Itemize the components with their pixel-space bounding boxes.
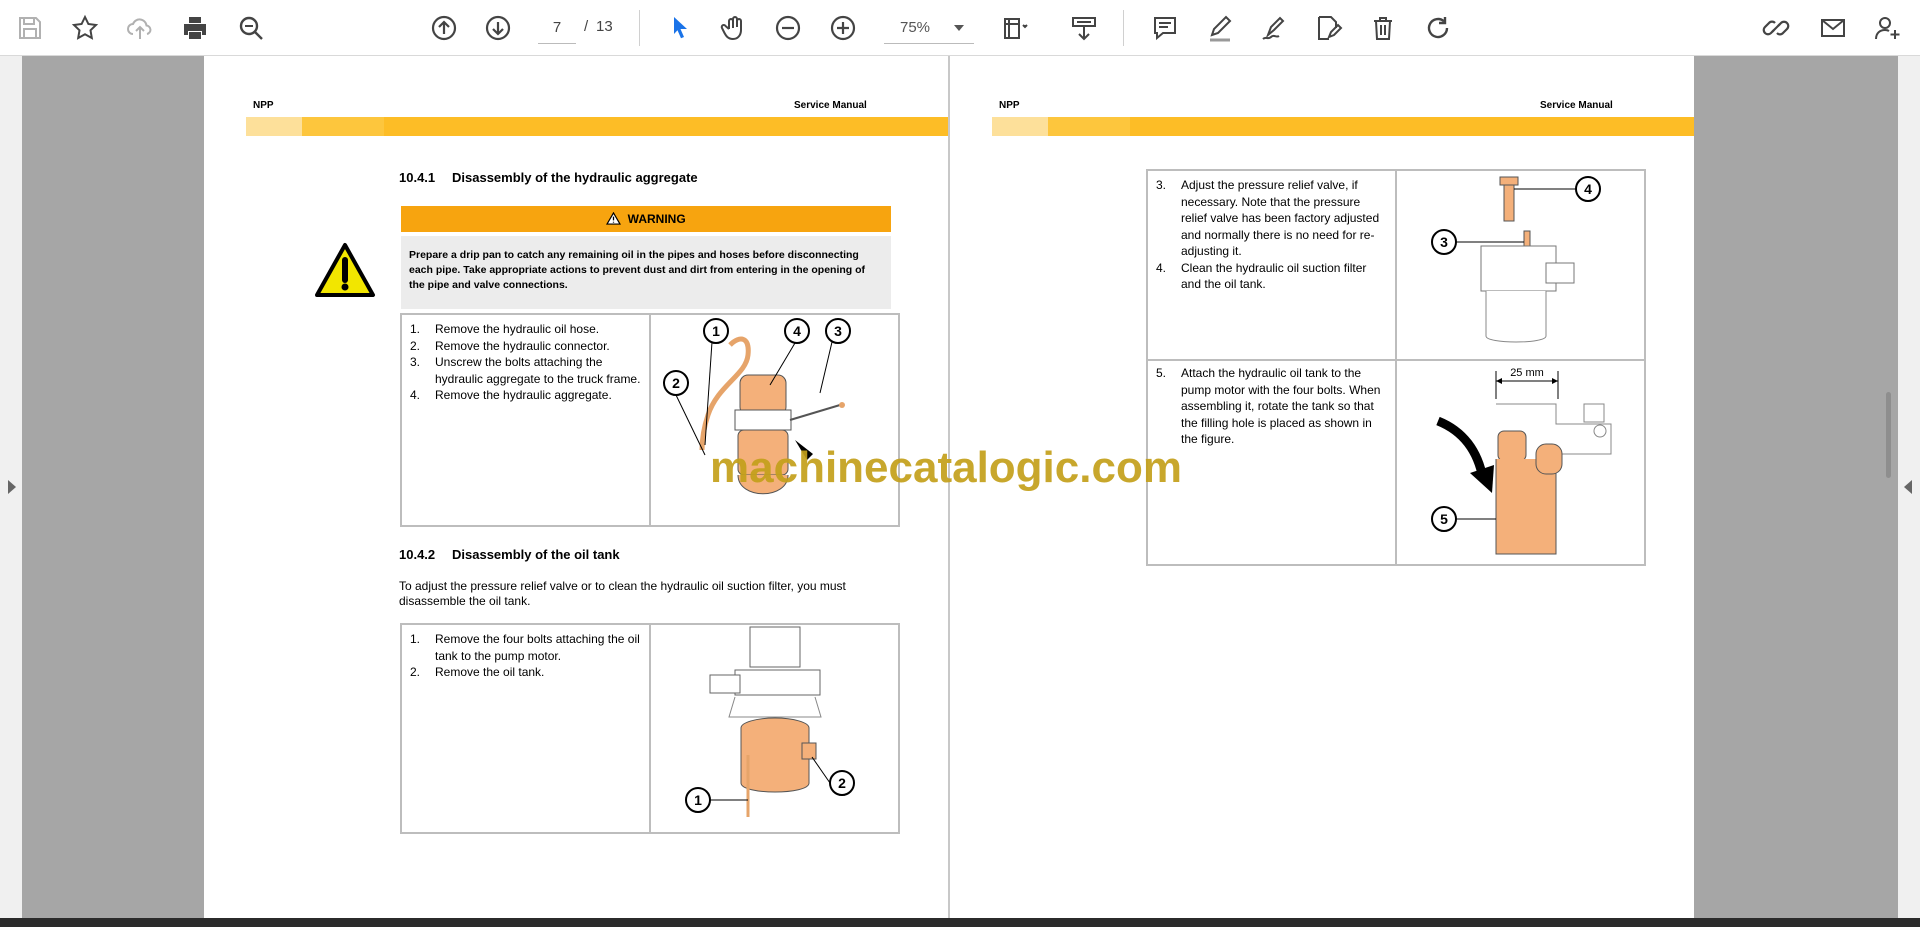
callout-label: 2 xyxy=(672,375,680,391)
watermark: machinecatalogic.com xyxy=(710,443,1182,492)
list-item: 2. Remove the oil tank. xyxy=(410,665,545,679)
callout-label: 3 xyxy=(1440,234,1448,250)
bottom-bar xyxy=(0,918,1920,927)
dimension-label: 25 mm xyxy=(1510,367,1544,379)
warning-header: WARNING xyxy=(401,206,891,232)
expand-right-panel-icon[interactable] xyxy=(1904,480,1912,494)
pencil-icon[interactable] xyxy=(1200,8,1240,48)
sign-icon[interactable] xyxy=(1308,8,1348,48)
save-icon[interactable] xyxy=(10,8,50,48)
page-separator: / xyxy=(584,18,589,35)
cloud-upload-icon[interactable] xyxy=(120,8,160,48)
callout-label: 1 xyxy=(694,792,702,808)
header-band xyxy=(384,117,948,136)
callout-label: 5 xyxy=(1440,511,1448,527)
chevron-down-icon xyxy=(954,25,964,31)
page-number-input[interactable] xyxy=(538,12,576,44)
star-icon[interactable] xyxy=(65,8,105,48)
intro-paragraph: To adjust the pressure relief valve or t… xyxy=(399,579,846,608)
list-item: 3. Adjust the pressure relief valve, if n… xyxy=(1156,178,1380,258)
vertical-scrollbar[interactable] xyxy=(1886,392,1891,478)
hand-icon[interactable] xyxy=(714,8,754,48)
page-header-left: NPP xyxy=(999,100,1020,111)
toolbar-divider xyxy=(639,10,640,46)
pressure-valve-figure: 4 3 xyxy=(1431,176,1601,343)
comment-icon[interactable] xyxy=(1145,8,1185,48)
section-number: 10.4.1 xyxy=(399,170,436,185)
callout-label: 2 xyxy=(838,775,846,791)
warning-small-icon xyxy=(606,211,622,225)
rotate-icon[interactable] xyxy=(1418,8,1458,48)
callout-label: 1 xyxy=(712,323,720,339)
list-item: 1. Remove the four bolts attaching the oi… xyxy=(410,632,640,663)
hydraulic-aggregate-figure: 1 2 4 3 xyxy=(663,318,851,495)
callout-label: 3 xyxy=(834,323,842,339)
callout-label: 4 xyxy=(793,323,801,339)
list-item: 4. Remove the hydraulic aggregate. xyxy=(410,388,612,402)
page-total: 13 xyxy=(596,18,613,35)
section-number: 10.4.2 xyxy=(399,547,436,562)
steps-list: 5. Attach the hydraulic oil tank to the p… xyxy=(1148,365,1388,448)
list-item: 2. Remove the hydraulic connector. xyxy=(410,338,610,353)
header-band xyxy=(1130,117,1694,136)
page-header-right: Service Manual xyxy=(794,100,867,111)
expand-left-panel-icon[interactable] xyxy=(8,480,16,494)
trash-icon[interactable] xyxy=(1363,8,1403,48)
download-icon[interactable] xyxy=(1064,8,1104,48)
warning-text: Prepare a drip pan to catch any remainin… xyxy=(401,236,891,309)
list-item: 1. Remove the hydraulic oil hose. xyxy=(410,322,600,336)
link-icon[interactable] xyxy=(1756,8,1796,48)
callout-label: 4 xyxy=(1584,181,1592,197)
warning-label: WARNING xyxy=(627,212,686,226)
warning-triangle-icon xyxy=(315,243,375,297)
header-band xyxy=(246,117,302,136)
section-title: Disassembly of the hydraulic aggregate xyxy=(452,170,698,185)
toolbar: / 13 75% xyxy=(0,0,1920,56)
arrow-up-circle-icon[interactable] xyxy=(424,8,464,48)
header-band xyxy=(302,117,384,136)
list-item: 3. Unscrew the bolts attaching the hydrau… xyxy=(410,355,641,386)
zoom-search-icon[interactable] xyxy=(231,8,271,48)
cursor-icon[interactable] xyxy=(660,8,700,48)
mail-icon[interactable] xyxy=(1813,8,1853,48)
arrow-down-circle-icon[interactable] xyxy=(478,8,518,48)
list-item: 4. Clean the hydraulic oil suction filter… xyxy=(1156,260,1367,292)
fit-page-icon[interactable] xyxy=(995,8,1035,48)
oil-tank-figure: 2 1 xyxy=(685,626,855,817)
steps-list: 1. Remove the four bolts attaching the oi… xyxy=(402,631,642,681)
tank-assembly-figure: 25 mm 5 xyxy=(1431,367,1612,555)
header-band xyxy=(1048,117,1130,136)
header-band xyxy=(992,117,1048,136)
page-header-left: NPP xyxy=(253,100,274,111)
minus-circle-icon[interactable] xyxy=(768,8,808,48)
page-header-right: Service Manual xyxy=(1540,100,1613,111)
draw-icon[interactable] xyxy=(1254,8,1294,48)
steps-list: 1. Remove the hydraulic oil hose. 2. Remov… xyxy=(402,321,642,404)
list-item: 5. Attach the hydraulic oil tank to the p… xyxy=(1156,366,1381,446)
section-title: Disassembly of the oil tank xyxy=(452,547,620,562)
toolbar-divider xyxy=(1123,10,1124,46)
plus-circle-icon[interactable] xyxy=(823,8,863,48)
steps-list: 3. Adjust the pressure relief valve, if n… xyxy=(1148,177,1388,293)
zoom-value: 75% xyxy=(900,19,931,36)
printer-icon[interactable] xyxy=(175,8,215,48)
add-user-icon[interactable] xyxy=(1868,8,1908,48)
zoom-select[interactable]: 75% xyxy=(884,12,974,44)
